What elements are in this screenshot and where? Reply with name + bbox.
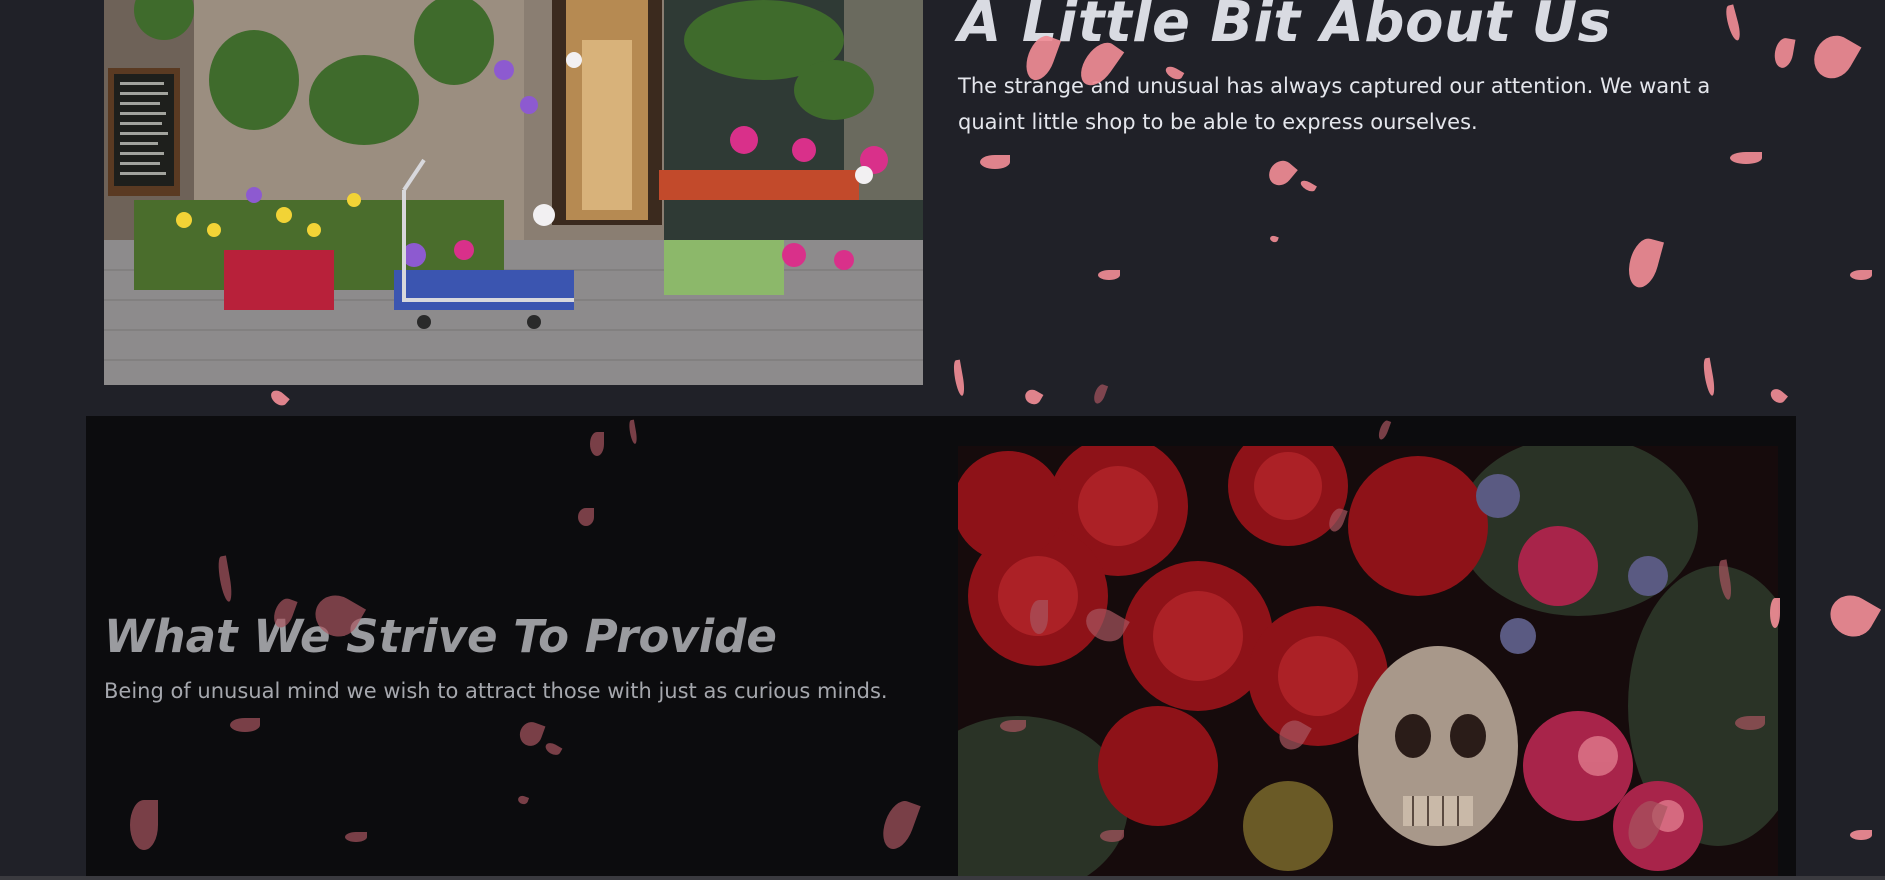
- petal-decoration: [1098, 270, 1120, 280]
- petal-decoration: [1850, 830, 1872, 840]
- petal-decoration: [1768, 386, 1788, 406]
- petal-decoration: [230, 718, 260, 732]
- about-section: A Little Bit About Us The strange and un…: [958, 0, 1758, 140]
- petal-decoration: [1730, 152, 1762, 164]
- petal-decoration: [1091, 382, 1109, 406]
- petal-decoration: [1822, 587, 1882, 645]
- petal-decoration: [1770, 598, 1780, 628]
- petal-decoration: [1030, 600, 1048, 634]
- petal-decoration: [1735, 716, 1765, 730]
- petal-decoration: [1299, 178, 1317, 194]
- bottom-edge: [0, 876, 1885, 880]
- petal-decoration: [1772, 36, 1796, 70]
- petal-decoration: [980, 155, 1010, 169]
- petal-decoration: [345, 832, 367, 842]
- petal-decoration: [578, 508, 594, 526]
- page: A Little Bit About Us The strange and un…: [0, 0, 1885, 880]
- petal-decoration: [268, 387, 290, 409]
- about-title: A Little Bit About Us: [958, 0, 1612, 55]
- flower-shop-storefront-image: [104, 0, 923, 385]
- petal-decoration: [1701, 357, 1717, 397]
- petal-decoration: [1264, 155, 1298, 191]
- petal-decoration: [1624, 235, 1664, 291]
- petal-decoration: [590, 432, 604, 456]
- petal-decoration: [1022, 386, 1044, 408]
- provide-description: Being of unusual mind we wish to attract…: [104, 679, 888, 703]
- petal-decoration: [130, 800, 158, 850]
- petal-decoration: [1269, 234, 1279, 244]
- petal-decoration: [1100, 830, 1124, 842]
- petal-decoration: [1850, 270, 1872, 280]
- petal-decoration: [1000, 720, 1026, 732]
- petal-decoration: [1806, 28, 1862, 86]
- petal-decoration: [951, 359, 967, 397]
- provide-section: What We Strive To Provide Being of unusu…: [104, 610, 944, 705]
- about-description: The strange and unusual has always captu…: [958, 73, 1711, 134]
- provide-title: What We Strive To Provide: [104, 610, 777, 663]
